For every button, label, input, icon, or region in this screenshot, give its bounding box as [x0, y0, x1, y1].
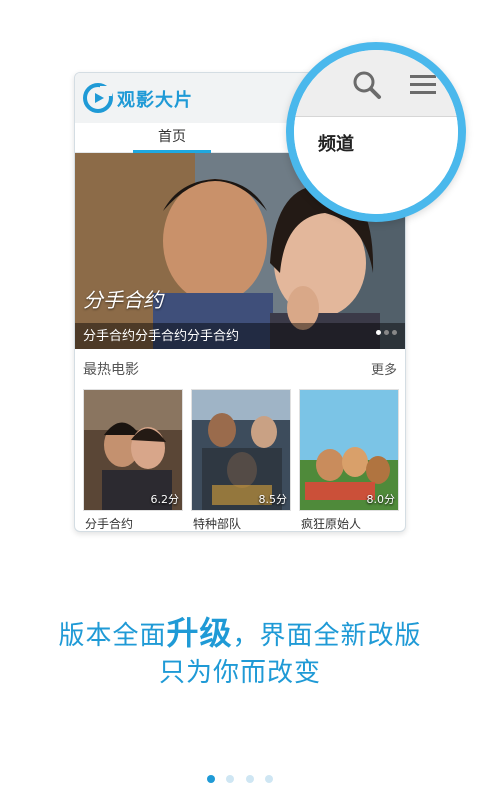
pager-dot[interactable] [207, 775, 216, 783]
banner-art-title: 分手合约 [83, 288, 163, 312]
tab-home[interactable]: 首页 [133, 123, 211, 153]
slogan-line-2: 只为你而改变 [158, 658, 321, 688]
pager-dot[interactable] [226, 775, 235, 783]
banner-dot [376, 330, 381, 335]
search-icon[interactable] [352, 70, 382, 100]
movie-card[interactable]: 6.2分 分手合约 [83, 389, 183, 531]
movie-score: 8.5分 [258, 493, 288, 506]
channel-label[interactable]: 频道 [318, 130, 354, 156]
banner-caption: 分手合约分手合约分手合约 [83, 329, 240, 344]
menu-icon[interactable] [410, 74, 436, 96]
pager-dot[interactable] [245, 775, 254, 783]
movie-card[interactable]: 8.0分 疯狂原始人 [299, 389, 399, 531]
slogan-line-1-pre: 版本全面 [58, 621, 167, 651]
more-link[interactable]: 更多 [371, 359, 397, 378]
movie-title: 分手合约 [85, 517, 134, 531]
app-logo-icon [83, 83, 113, 113]
pager-dot[interactable] [264, 775, 273, 783]
movie-title: 疯狂原始人 [301, 517, 362, 531]
banner-pager [373, 320, 397, 339]
movie-score: 6.2分 [150, 493, 180, 506]
slogan-line-1-post: ，界面全新改版 [232, 621, 422, 651]
movie-card[interactable]: 8.5分 特种部队 [191, 389, 291, 531]
movie-score: 8.0分 [366, 493, 396, 506]
app-title: 观影大片 [117, 90, 193, 111]
movie-poster: 8.0分 [299, 389, 399, 511]
banner-dot [392, 330, 397, 335]
slogan-emphasis: 升级 [166, 614, 233, 652]
banner-dot [384, 330, 389, 335]
movie-title: 特种部队 [193, 517, 242, 531]
hot-movies-title: 最热电影 [83, 362, 139, 378]
movie-poster: 6.2分 [83, 389, 183, 511]
magnifier-callout: 频道 [286, 42, 466, 222]
onboarding-pager [0, 768, 480, 787]
slogan-line-1: 版本全面升级，界面全新改版 [0, 608, 480, 654]
movie-poster: 8.5分 [191, 389, 291, 511]
